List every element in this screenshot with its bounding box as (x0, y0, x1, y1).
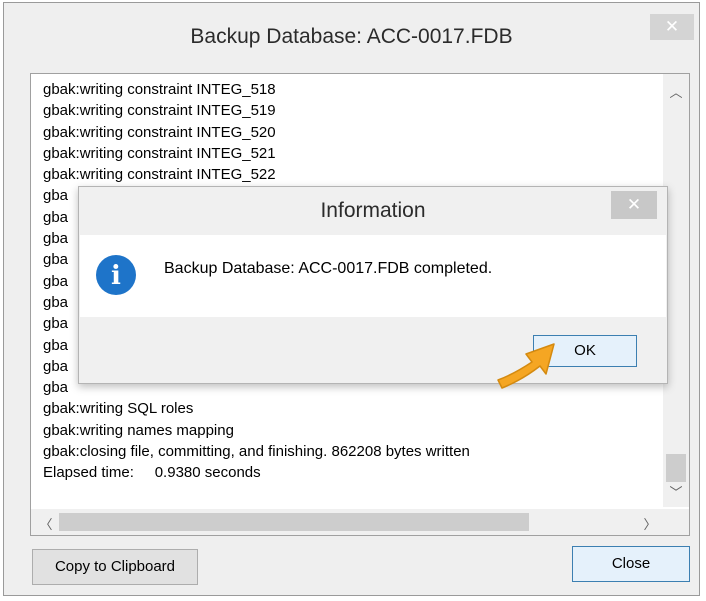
log-line: gbak:writing constraint INTEG_520 (43, 123, 276, 141)
dialog-body: i Backup Database: ACC-0017.FDB complete… (80, 235, 666, 317)
window-title: Backup Database: ACC-0017.FDB (190, 25, 513, 48)
log-line: gbak:writing SQL roles (43, 400, 194, 418)
log-line: gbak:writing names mapping (43, 421, 234, 439)
close-button[interactable]: Close (572, 546, 690, 582)
information-dialog: Information ✕ i Backup Database: ACC-001… (78, 186, 668, 384)
dialog-title: Information (320, 199, 426, 222)
log-line: gbak:closing file, committing, and finis… (43, 443, 470, 461)
log-line: gbak:writing constraint INTEG_521 (43, 144, 276, 162)
log-line: gbak:writing constraint INTEG_518 (43, 81, 276, 98)
copy-to-clipboard-button[interactable]: Copy to Clipboard (32, 549, 198, 585)
window-close-button[interactable]: ✕ (650, 14, 694, 40)
dialog-message: Backup Database: ACC-0017.FDB completed. (164, 260, 493, 277)
log-line: gbak:writing constraint INTEG_522 (43, 166, 276, 184)
pointer-arrow-icon (497, 343, 555, 389)
dialog-close-button[interactable]: ✕ (611, 191, 657, 219)
log-line: gbak:writing constraint INTEG_519 (43, 102, 276, 120)
scroll-right-icon[interactable]: 〉 (637, 514, 663, 533)
log-line: Elapsed time: 0.9380 seconds (43, 464, 261, 482)
info-icon: i (96, 255, 136, 295)
horizontal-scrollbar[interactable]: 〈 〉 (31, 509, 689, 535)
horizontal-scroll-thumb[interactable] (59, 513, 529, 531)
scroll-left-icon[interactable]: 〈 (33, 514, 59, 533)
vertical-scroll-thumb[interactable] (666, 454, 686, 482)
scroll-up-icon[interactable]: ︿ (663, 82, 689, 101)
scroll-down-icon[interactable]: ﹀ (663, 482, 689, 501)
